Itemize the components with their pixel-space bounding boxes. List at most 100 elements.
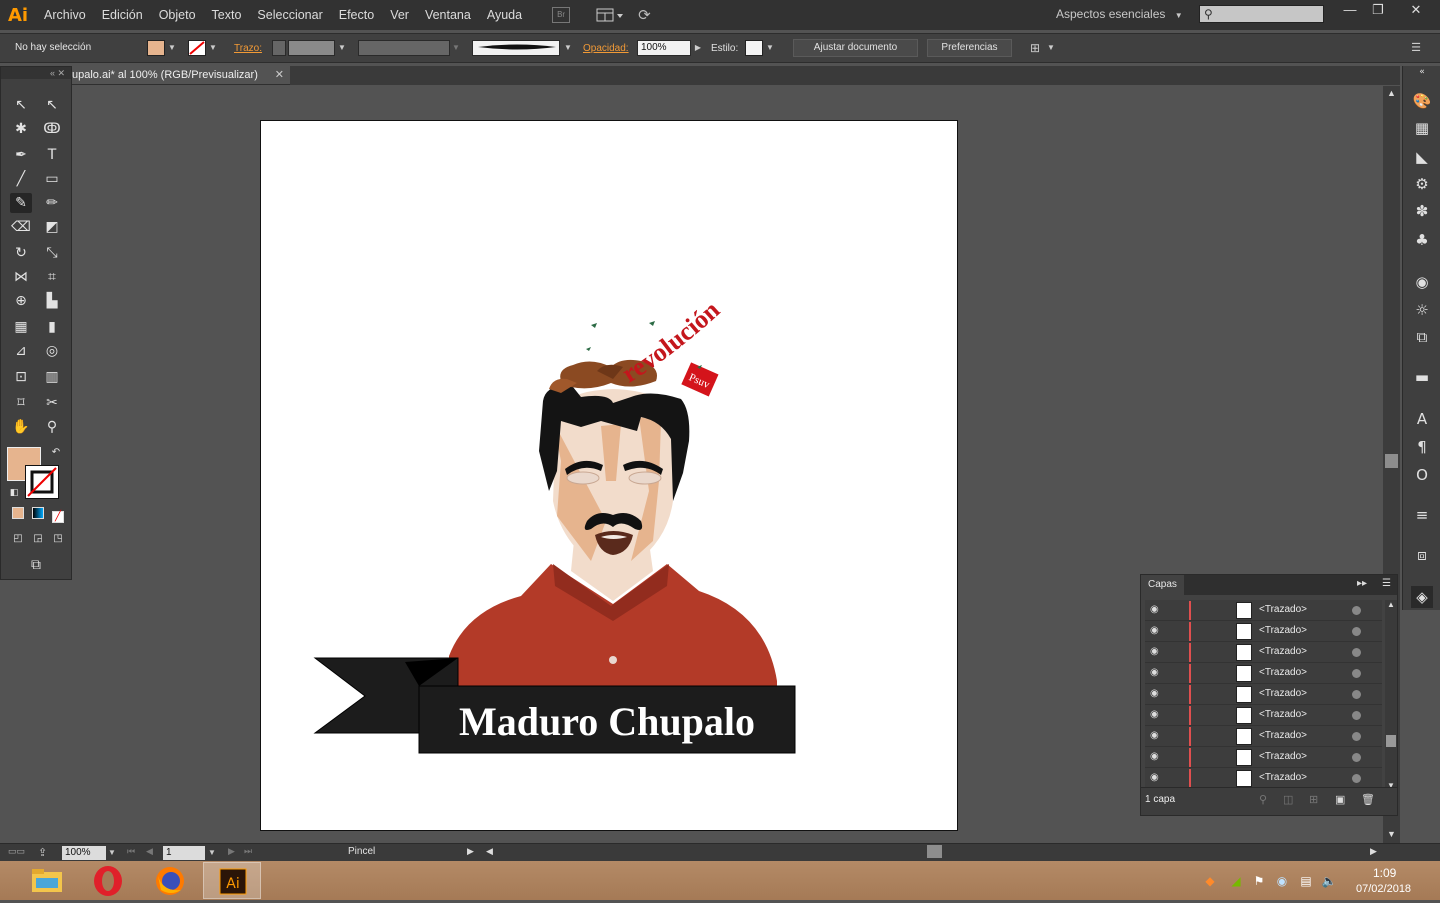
close-tab-icon[interactable]: ✕ — [275, 68, 284, 81]
stroke-label[interactable]: Trazo: — [234, 43, 262, 54]
artboard-tool-icon[interactable]: ⌑ — [10, 393, 32, 413]
default-fill-stroke-icon[interactable]: ◧ — [3, 483, 25, 503]
tray-app-icon[interactable]: ◆ — [1202, 873, 1218, 889]
symbol-sprayer-tool-icon[interactable]: ⊡ — [10, 367, 32, 387]
hand-tool-icon[interactable]: ✋ — [10, 417, 32, 437]
pencil-tool-icon[interactable]: ✏ — [41, 193, 63, 213]
layer-name[interactable]: <Trazado> — [1259, 688, 1307, 699]
magic-wand-tool-icon[interactable]: ✱ — [10, 119, 32, 139]
chevron-down-icon[interactable]: ▼ — [451, 40, 461, 56]
layer-row[interactable]: ◉ <Trazado> — [1145, 600, 1382, 621]
stroke-weight-stepper[interactable] — [272, 40, 286, 56]
align-icon[interactable]: ⊞ — [1025, 40, 1045, 56]
chevron-down-icon[interactable]: ▼ — [208, 848, 216, 857]
collapse-panel-icon[interactable]: ▸▸ — [1357, 578, 1367, 589]
chevron-down-icon[interactable]: ▼ — [108, 848, 116, 857]
pathfinder-panel-icon[interactable]: ⧈ — [1411, 544, 1433, 566]
column-graph-tool-icon[interactable]: ▥ — [41, 367, 63, 387]
menu-ventana[interactable]: Ventana — [417, 8, 479, 22]
character-panel-icon[interactable]: A — [1411, 408, 1433, 430]
shape-builder-tool-icon[interactable]: ⊕ — [10, 291, 32, 311]
firefox-button[interactable] — [141, 862, 199, 899]
cloud-status-icon[interactable]: ▭▭ — [8, 846, 25, 857]
opacity-label[interactable]: Opacidad: — [583, 43, 629, 54]
layer-target-icon[interactable] — [1352, 606, 1361, 615]
draw-inside-icon[interactable]: ◳ — [47, 529, 69, 549]
paintbrush-tool-icon[interactable]: ✎ — [10, 193, 32, 213]
menu-objeto[interactable]: Objeto — [151, 8, 204, 22]
chevron-down-icon[interactable]: ▼ — [563, 40, 573, 56]
blend-tool-icon[interactable]: ◎ — [41, 341, 63, 361]
blob-brush-tool-icon[interactable]: ⌫ — [10, 217, 32, 237]
layer-target-icon[interactable] — [1352, 690, 1361, 699]
stroke-color-swatch[interactable] — [188, 40, 206, 56]
layer-row[interactable]: ◉ <Trazado> — [1145, 642, 1382, 663]
stroke-weight-field[interactable] — [288, 40, 335, 56]
layer-name[interactable]: <Trazado> — [1259, 604, 1307, 615]
panel-menu-icon[interactable]: ☰ — [1408, 40, 1424, 56]
scroll-up-icon[interactable]: ▲ — [1387, 600, 1395, 609]
menu-ayuda[interactable]: Ayuda — [479, 8, 530, 22]
menu-seleccionar[interactable]: Seleccionar — [249, 8, 330, 22]
visibility-eye-icon[interactable]: ◉ — [1150, 667, 1164, 678]
layer-row[interactable]: ◉ <Trazado> — [1145, 621, 1382, 642]
clock-date[interactable]: 07/02/2018 — [1356, 883, 1411, 895]
lasso-tool-icon[interactable]: ↂ — [41, 119, 63, 139]
fill-color-swatch[interactable] — [147, 40, 165, 56]
layers-scroll-thumb[interactable] — [1386, 735, 1396, 747]
help-search-input[interactable]: ⚲ — [1199, 5, 1324, 23]
width-tool-icon[interactable]: ⋈ — [10, 267, 32, 287]
last-artboard-icon[interactable]: ⏭ — [244, 846, 252, 857]
chevron-down-icon[interactable]: ▼ — [1046, 40, 1056, 56]
draw-behind-icon[interactable]: ◲ — [27, 529, 49, 549]
layer-row[interactable]: ◉ <Trazado> — [1145, 663, 1382, 684]
preferences-button[interactable]: Preferencias — [927, 39, 1012, 57]
stroke-swatch[interactable] — [25, 465, 59, 499]
layer-target-icon[interactable] — [1352, 648, 1361, 657]
artboard[interactable]: revolución Psuv Maduro Chupalo — [260, 120, 958, 831]
file-explorer-button[interactable] — [18, 862, 76, 899]
create-sublayer-icon[interactable]: ⊞ — [1309, 793, 1318, 806]
workspace-switcher[interactable]: Aspectos esenciales ▼ — [1056, 7, 1183, 21]
screen-mode-icon[interactable]: ⧉ — [25, 555, 47, 575]
layers-scrollbar[interactable]: ▲ ▼ — [1385, 600, 1397, 790]
rectangle-tool-icon[interactable]: ▭ — [41, 169, 63, 189]
gradient-tool-icon[interactable]: ▮ — [41, 317, 63, 337]
draw-normal-icon[interactable]: ◰ — [7, 529, 29, 549]
rotate-tool-icon[interactable]: ↻ — [10, 243, 32, 263]
bridge-button[interactable]: Br — [552, 7, 571, 23]
menu-efecto[interactable]: Efecto — [331, 8, 382, 22]
swap-fill-stroke-icon[interactable]: ↶ — [45, 443, 67, 463]
gpu-performance-icon[interactable]: ⟳ — [638, 6, 651, 24]
visibility-eye-icon[interactable]: ◉ — [1150, 709, 1164, 720]
slice-tool-icon[interactable]: ✂ — [41, 393, 63, 413]
previous-artboard-icon[interactable]: ◀ — [146, 846, 153, 857]
transparency-panel-icon[interactable]: ☼ — [1411, 299, 1433, 321]
visibility-eye-icon[interactable]: ◉ — [1150, 688, 1164, 699]
vertical-scroll-thumb[interactable] — [1385, 454, 1398, 468]
mesh-tool-icon[interactable]: ▦ — [10, 317, 32, 337]
nvidia-icon[interactable]: ◢ — [1228, 873, 1244, 889]
layer-row[interactable]: ◉ <Trazado> — [1145, 684, 1382, 705]
layer-name[interactable]: <Trazado> — [1259, 730, 1307, 741]
swatches-panel-icon[interactable]: ▦ — [1411, 117, 1433, 139]
variable-width-profile[interactable] — [358, 40, 450, 56]
direct-selection-tool-icon[interactable]: ↖ — [41, 95, 63, 115]
menu-archivo[interactable]: Archivo — [36, 8, 94, 22]
visibility-eye-icon[interactable]: ◉ — [1150, 646, 1164, 657]
tools-panel-header[interactable]: « ✕ — [1, 67, 71, 79]
visibility-eye-icon[interactable]: ◉ — [1150, 751, 1164, 762]
color-mode-icon[interactable] — [7, 505, 29, 525]
gradient-panel-icon[interactable]: ▬ — [1411, 366, 1433, 388]
appearance-panel-icon[interactable]: ⚙ — [1411, 173, 1433, 195]
pen-tool-icon[interactable]: ✒ — [10, 145, 32, 165]
layer-name[interactable]: <Trazado> — [1259, 646, 1307, 657]
brush-definition[interactable] — [472, 40, 560, 56]
graphic-styles-icon[interactable]: ◉ — [1411, 271, 1433, 293]
layer-name[interactable]: <Trazado> — [1259, 772, 1307, 783]
paragraph-panel-icon[interactable]: ¶ — [1411, 436, 1433, 458]
menu-ver[interactable]: Ver — [382, 8, 417, 22]
scale-tool-icon[interactable]: ⤡ — [41, 243, 63, 263]
document-tab[interactable]: upalo.ai* al 100% (RGB/Previsualizar) ✕ — [72, 66, 290, 85]
layer-name[interactable]: <Trazado> — [1259, 625, 1307, 636]
